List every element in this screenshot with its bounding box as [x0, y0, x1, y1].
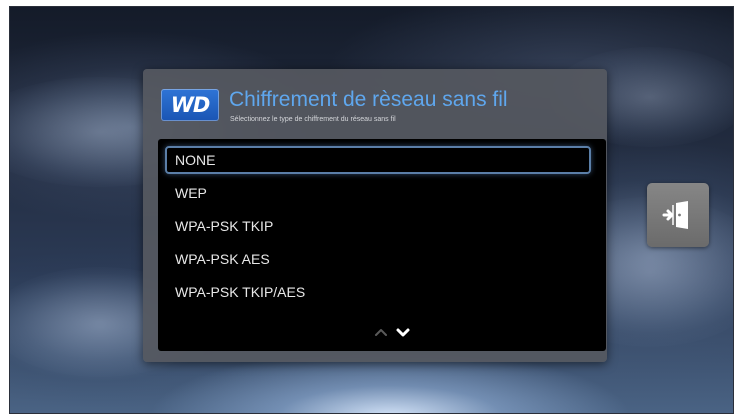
encryption-options-list[interactable]: NONE WEP WPA-PSK TKIP WPA-PSK AES WPA-PS…: [158, 139, 606, 351]
wd-logo: WD: [161, 89, 219, 121]
dialog-subtitle: Sélectionnez le type de chiffrement du r…: [230, 116, 396, 123]
exit-door-icon: [662, 201, 688, 229]
option-wpa-psk-tkip-aes[interactable]: WPA-PSK TKIP/AES: [165, 278, 591, 306]
exit-button[interactable]: [647, 183, 709, 247]
option-wpa-psk-aes[interactable]: WPA-PSK AES: [165, 245, 591, 273]
dialog-title: Chiffrement de rèseau sans fil: [229, 88, 508, 111]
option-none[interactable]: NONE: [165, 146, 591, 174]
chevron-up-icon[interactable]: [371, 322, 391, 342]
option-wep[interactable]: WEP: [165, 179, 591, 207]
option-wpa-psk-tkip[interactable]: WPA-PSK TKIP: [165, 212, 591, 240]
chevron-down-icon[interactable]: [393, 322, 413, 342]
scroll-indicator: [369, 322, 419, 342]
wireless-encryption-dialog: WD Chiffrement de rèseau sans fil Sélect…: [143, 69, 607, 362]
tv-screen: WD Chiffrement de rèseau sans fil Sélect…: [9, 6, 734, 414]
frame: WD Chiffrement de rèseau sans fil Sélect…: [0, 0, 740, 418]
wd-logo-text: WD: [170, 93, 211, 117]
